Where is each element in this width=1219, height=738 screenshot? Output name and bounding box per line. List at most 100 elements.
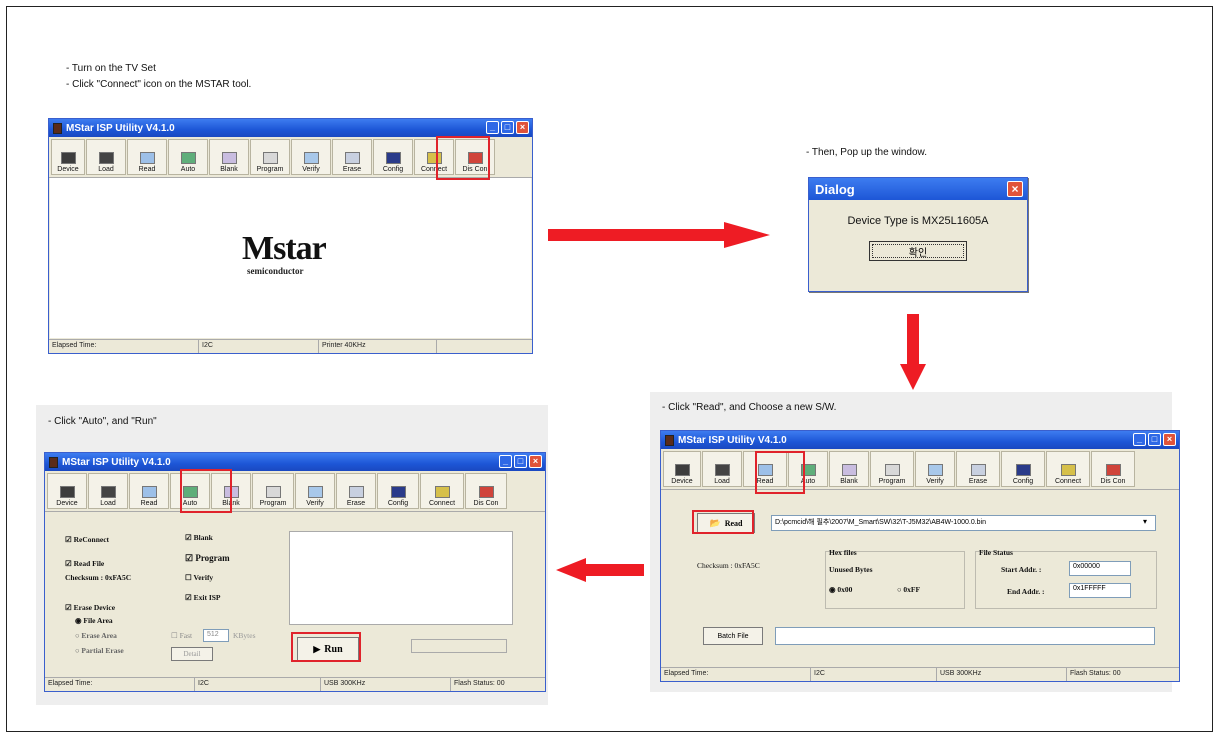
verify-tool-button[interactable]: Verify bbox=[915, 451, 955, 487]
reconnect-checkbox[interactable]: ☑ ReConnect bbox=[65, 535, 109, 544]
partial-erase-radio[interactable]: ○ Partial Erase bbox=[75, 646, 124, 655]
connect-icon bbox=[1060, 464, 1076, 476]
verify-checkbox[interactable]: ☐ Verify bbox=[185, 573, 213, 582]
instruction-step1-line2: - Click "Connect" icon on the MSTAR tool… bbox=[66, 79, 252, 90]
load-tool-button[interactable]: Load bbox=[88, 473, 128, 509]
program-icon bbox=[884, 464, 900, 476]
window-title: MStar ISP Utility V4.1.0 bbox=[678, 434, 787, 446]
device-icon bbox=[60, 152, 76, 164]
verify-tool-button[interactable]: Verify bbox=[291, 139, 331, 175]
minimize-button[interactable]: _ bbox=[1133, 433, 1146, 446]
config-tool-button[interactable]: Config bbox=[377, 473, 419, 509]
erase-tool-button[interactable]: Erase bbox=[956, 451, 1000, 487]
close-button[interactable]: × bbox=[529, 455, 542, 468]
arrow-left-icon bbox=[556, 558, 644, 582]
erase-icon bbox=[348, 486, 364, 498]
dialog-message: Device Type is MX25L1605A bbox=[847, 215, 989, 227]
blank-tool-button[interactable]: Blank bbox=[829, 451, 869, 487]
exit-isp-checkbox[interactable]: ☑ Exit ISP bbox=[185, 593, 221, 602]
program-icon bbox=[262, 152, 278, 164]
program-tool-button[interactable]: Program bbox=[250, 139, 290, 175]
disconnect-icon bbox=[478, 486, 494, 498]
read-file-checkbox[interactable]: ☑ Read File bbox=[65, 559, 104, 568]
discon-tool-button[interactable]: Dis Con bbox=[1091, 451, 1135, 487]
status-elapsed: Elapsed Time: bbox=[45, 678, 195, 691]
config-icon bbox=[390, 486, 406, 498]
auto-tool-button[interactable]: Auto bbox=[168, 139, 208, 175]
read-tool-highlight-box bbox=[755, 451, 805, 494]
batch-file-button[interactable]: Batch File bbox=[703, 627, 763, 645]
device-icon bbox=[674, 464, 690, 476]
erase-tool-button[interactable]: Erase bbox=[332, 139, 372, 175]
config-tool-button[interactable]: Config bbox=[1001, 451, 1045, 487]
load-tool-button[interactable]: Load bbox=[86, 139, 126, 175]
batch-file-field[interactable] bbox=[775, 627, 1155, 645]
erase-area-radio[interactable]: ○ Erase Area bbox=[75, 631, 117, 640]
instruction-step1-line1: - Turn on the TV Set bbox=[66, 63, 156, 74]
arrow-down-icon bbox=[900, 314, 926, 390]
device-tool-button[interactable]: Device bbox=[47, 473, 87, 509]
status-flash: Flash Status: 00 bbox=[454, 680, 505, 687]
erase-tool-button[interactable]: Erase bbox=[336, 473, 376, 509]
device-tool-button[interactable]: Device bbox=[51, 139, 85, 175]
file-path-field[interactable]: D:\pcmcid\해 필추\2007\M_Smart\SW\32\T-J5M3… bbox=[771, 515, 1156, 531]
fast-size-field[interactable]: 512 bbox=[203, 629, 229, 642]
mstar-logo: Mstar bbox=[242, 230, 327, 267]
read-button-highlight-box bbox=[692, 510, 754, 534]
program-tool-button[interactable]: Program bbox=[870, 451, 914, 487]
erase-icon bbox=[344, 152, 360, 164]
file-area-radio[interactable]: ◉ File Area bbox=[75, 616, 113, 625]
load-tool-button[interactable]: Load bbox=[702, 451, 742, 487]
dialog-close-button[interactable]: × bbox=[1007, 181, 1023, 197]
unused-bytes-label: Unused Bytes bbox=[829, 565, 873, 574]
window-title: MStar ISP Utility V4.1.0 bbox=[66, 122, 175, 134]
connect-highlight-box bbox=[436, 136, 490, 180]
fast-checkbox[interactable]: ☐ Fast bbox=[171, 631, 192, 640]
start-addr-field[interactable]: 0x00000 bbox=[1069, 561, 1131, 576]
config-icon bbox=[385, 152, 401, 164]
status-bus: I2C bbox=[811, 668, 937, 681]
radio-0x00[interactable]: ◉ 0x00 bbox=[829, 585, 852, 594]
disconnect-icon bbox=[1105, 464, 1121, 476]
connect-tool-button[interactable]: Connect bbox=[420, 473, 464, 509]
maximize-button[interactable]: □ bbox=[514, 455, 527, 468]
blank-tool-button[interactable]: Blank bbox=[209, 139, 249, 175]
status-speed: USB 300KHz bbox=[937, 668, 1067, 681]
discon-tool-button[interactable]: Dis Con bbox=[465, 473, 507, 509]
end-addr-field[interactable]: 0x1FFFFF bbox=[1069, 583, 1131, 598]
minimize-button[interactable]: _ bbox=[486, 121, 499, 134]
checksum-label: Checksum : 0xFA5C bbox=[697, 561, 760, 570]
status-empty bbox=[437, 340, 532, 353]
dialog-titlebar: Dialog × bbox=[809, 178, 1027, 200]
maximize-button[interactable]: □ bbox=[501, 121, 514, 134]
end-addr-label: End Addr. : bbox=[1007, 587, 1045, 596]
dialog-ok-button[interactable]: 확인 bbox=[869, 241, 967, 261]
start-addr-label: Start Addr. : bbox=[1001, 565, 1042, 574]
close-button[interactable]: × bbox=[516, 121, 529, 134]
radio-0xff[interactable]: ○ 0xFF bbox=[897, 585, 920, 594]
chevron-down-icon[interactable]: ▾ bbox=[1143, 517, 1147, 526]
detail-button[interactable]: Detail bbox=[171, 647, 213, 661]
status-bus: I2C bbox=[195, 678, 321, 691]
program-checkbox[interactable]: ☑ Program bbox=[185, 553, 230, 564]
minimize-button[interactable]: _ bbox=[499, 455, 512, 468]
window-titlebar: MStar ISP Utility V4.1.0 _ □ × bbox=[45, 453, 545, 471]
dialog-title: Dialog bbox=[815, 181, 855, 197]
load-icon bbox=[714, 464, 730, 476]
device-tool-button[interactable]: Device bbox=[663, 451, 701, 487]
maximize-button[interactable]: □ bbox=[1148, 433, 1161, 446]
config-tool-button[interactable]: Config bbox=[373, 139, 413, 175]
blank-checkbox[interactable]: ☑ Blank bbox=[185, 533, 213, 542]
arrow-right-icon bbox=[548, 222, 770, 248]
read-tool-button[interactable]: Read bbox=[129, 473, 169, 509]
erase-icon bbox=[970, 464, 986, 476]
status-bar: Elapsed Time: I2C USB 300KHz Flash Statu… bbox=[661, 667, 1179, 681]
auto-tool-highlight-box bbox=[180, 469, 232, 513]
file-status-group bbox=[975, 551, 1157, 609]
close-button[interactable]: × bbox=[1163, 433, 1176, 446]
erase-device-checkbox[interactable]: ☑ Erase Device bbox=[65, 603, 115, 612]
program-tool-button[interactable]: Program bbox=[252, 473, 294, 509]
verify-tool-button[interactable]: Verify bbox=[295, 473, 335, 509]
connect-tool-button[interactable]: Connect bbox=[1046, 451, 1090, 487]
read-tool-button[interactable]: Read bbox=[127, 139, 167, 175]
